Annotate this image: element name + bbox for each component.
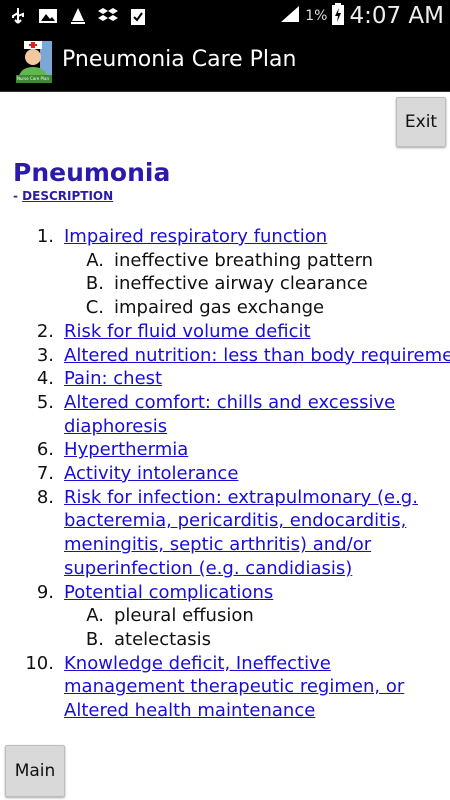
main-button[interactable]: Main	[5, 745, 65, 797]
system-indicators: 1% 4:07 AM	[279, 2, 444, 30]
item-number: 6.	[36, 439, 54, 461]
item-number: 10.	[25, 652, 54, 674]
item-link[interactable]: Risk for fluid volume deficit	[64, 320, 450, 344]
signal-icon	[279, 4, 301, 28]
sailboat-icon	[68, 6, 88, 26]
clock: 4:07 AM	[349, 3, 444, 29]
item-link[interactable]: Knowledge deficit, Ineffective managemen…	[64, 652, 450, 723]
image-icon	[38, 6, 58, 26]
app-title: Pneumonia Care Plan	[62, 47, 297, 72]
usb-icon	[8, 6, 28, 26]
sub-item: B. ineffective airway clearance	[0, 272, 450, 296]
sub-item: B. atelectasis	[0, 628, 450, 652]
sub-item: C. impaired gas exchange	[0, 296, 450, 320]
item-number: 5.	[36, 391, 54, 413]
list-item: 6. Hyperthermia	[0, 438, 450, 462]
app-icon-label: Nurse Care Plan	[17, 76, 50, 81]
description-prefix: -	[13, 189, 23, 203]
list-item: 5. Altered comfort: chills and excessive…	[0, 391, 450, 438]
item-number: 8.	[36, 486, 54, 508]
page-title: Pneumonia	[13, 158, 171, 187]
item-link[interactable]: Activity intolerance	[64, 462, 450, 486]
exit-button[interactable]: Exit	[396, 97, 446, 147]
sub-item-letter: C.	[85, 297, 104, 319]
sub-item-letter: A.	[86, 249, 104, 271]
nurse-app-icon[interactable]: Nurse Care Plan	[14, 39, 54, 85]
item-link[interactable]: Altered nutrition: less than body requir…	[64, 344, 450, 368]
list-item: 1. Impaired respiratory function	[0, 225, 450, 249]
sub-item: A. pleural effusion	[0, 604, 450, 628]
item-number: 3.	[36, 344, 54, 366]
dropbox-icon	[98, 6, 118, 26]
sub-item-text: pleural effusion	[114, 605, 254, 627]
item-link[interactable]: Altered comfort: chills and excessive di…	[64, 391, 450, 438]
list-item: 9. Potential complications	[0, 581, 450, 605]
list-item: 4. Pain: chest	[0, 367, 450, 391]
action-bar: Nurse Care Plan Pneumonia Care Plan	[0, 33, 450, 92]
sub-item-text: atelectasis	[114, 628, 211, 650]
list-item: 8. Risk for infection: extrapulmonary (e…	[0, 486, 450, 581]
battery-charging-icon	[331, 2, 345, 30]
sub-item-text: impaired gas exchange	[114, 297, 325, 319]
item-number: 2.	[36, 320, 54, 342]
battery-percent: 1%	[305, 8, 328, 24]
item-number: 4.	[36, 368, 54, 390]
status-bar: 1% 4:07 AM	[0, 0, 450, 33]
description-line: - DESCRIPTION	[13, 189, 113, 203]
item-link[interactable]: Hyperthermia	[64, 438, 450, 462]
item-link[interactable]: Potential complications	[64, 581, 450, 605]
list-item: 10. Knowledge deficit, Ineffective manag…	[0, 652, 450, 723]
sub-item-text: ineffective breathing pattern	[114, 249, 374, 271]
list-item: 2. Risk for fluid volume deficit	[0, 320, 450, 344]
sub-item-letter: A.	[86, 605, 104, 627]
sub-item-letter: B.	[85, 273, 104, 295]
item-link[interactable]: Risk for infection: extrapulmonary (e.g.…	[64, 486, 450, 581]
notification-icons	[8, 6, 148, 26]
item-number: 1.	[36, 226, 54, 247]
sub-item: A. ineffective breathing pattern	[0, 249, 450, 273]
sub-item-text: ineffective airway clearance	[114, 273, 368, 295]
item-number: 9.	[36, 581, 54, 603]
item-link[interactable]: Pain: chest	[64, 367, 450, 391]
sub-item-letter: B.	[85, 628, 104, 650]
list-item: 3. Altered nutrition: less than body req…	[0, 344, 450, 368]
clipboard-check-icon	[128, 6, 148, 26]
item-number: 7.	[36, 463, 54, 485]
description-link[interactable]: DESCRIPTION	[22, 189, 113, 203]
item-link[interactable]: Impaired respiratory function	[64, 225, 450, 249]
list-item: 7. Activity intolerance	[0, 462, 450, 486]
care-plan-list: 1. Impaired respiratory function A. inef…	[0, 225, 450, 723]
